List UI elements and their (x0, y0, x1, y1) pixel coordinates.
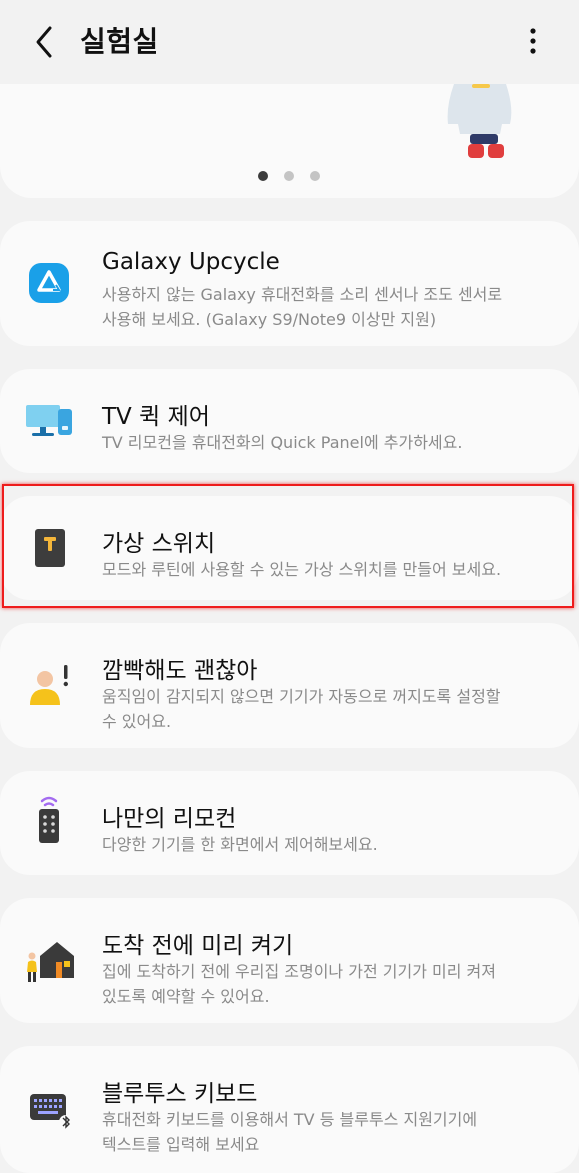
card-bluetooth-keyboard[interactable]: 블루투스 키보드 휴대전화 키보드를 이용해서 TV 등 블루투스 지원기기에 … (0, 1046, 579, 1173)
pager-dot-active[interactable] (258, 171, 268, 181)
card-forget-ok[interactable]: 깜빡해도 괜찮아 움직임이 감지되지 않으면 기기가 자동으로 꺼지도록 설정할… (0, 623, 579, 748)
pager-dot[interactable] (284, 171, 294, 181)
pager-dot[interactable] (310, 171, 320, 181)
card-title: Galaxy Upcycle (102, 249, 280, 275)
card-description: TV 리모컨을 휴대전화의 Quick Panel에 추가하세요. (102, 433, 463, 452)
more-vertical-icon[interactable] (518, 24, 548, 58)
card-title: 깜빡해도 괜찮아 (102, 658, 258, 684)
card-description: 움직임이 감지되지 않으면 기기가 자동으로 꺼지도록 설정할 수 있어요. (102, 687, 501, 731)
card-title: 나만의 리모컨 (102, 806, 237, 832)
selection-highlight (2, 484, 574, 608)
card-my-remote[interactable]: 나만의 리모컨 다양한 기기를 한 화면에서 제어해보세요. (0, 771, 579, 875)
tv-icon (26, 405, 72, 436)
back-arrow-icon[interactable] (30, 22, 60, 62)
bluetooth-keyboard-icon (30, 1094, 73, 1129)
card-title: TV 퀵 제어 (102, 404, 210, 430)
banner-illustration-icon (447, 84, 512, 158)
app-header: 실험실 (0, 0, 579, 84)
remote-icon (39, 796, 59, 843)
card-title: 블루투스 키보드 (102, 1081, 258, 1107)
home-arrival-icon (27, 942, 74, 982)
card-description: 사용하지 않는 Galaxy 휴대전화를 소리 센서나 조도 센서로 사용해 보… (102, 285, 503, 329)
card-description: 집에 도착하기 전에 우리집 조명이나 가전 기기가 미리 켜져 있도록 예약할… (102, 962, 496, 1006)
person-alert-icon (30, 665, 68, 705)
card-title: 도착 전에 미리 켜기 (102, 933, 294, 959)
card-galaxy-upcycle[interactable]: Galaxy Upcycle 사용하지 않는 Galaxy 휴대전화를 소리 센… (0, 221, 579, 346)
card-description: 다양한 기기를 한 화면에서 제어해보세요. (102, 835, 378, 854)
card-description: 휴대전화 키보드를 이용해서 TV 등 블루투스 지원기기에 텍스트를 입력해 … (102, 1110, 478, 1154)
page-title: 실험실 (80, 25, 159, 58)
upcycle-icon (29, 263, 69, 303)
card-tv-quick-control[interactable]: TV 퀵 제어 TV 리모컨을 휴대전화의 Quick Panel에 추가하세요… (0, 369, 579, 473)
card-arrival-preheat[interactable]: 도착 전에 미리 켜기 집에 도착하기 전에 우리집 조명이나 가전 기기가 미… (0, 898, 579, 1023)
